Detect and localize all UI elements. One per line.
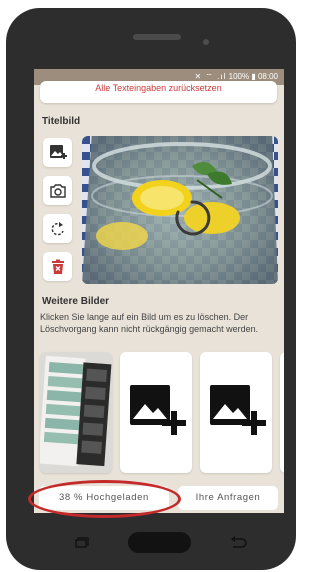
earpiece-speaker	[133, 34, 181, 40]
signal-icons: ✕ ⌔ .ıl	[194, 72, 227, 81]
battery-level: 100%	[228, 72, 250, 81]
title-image-photo	[82, 136, 278, 284]
rotate-icon	[51, 221, 64, 235]
home-button[interactable]	[128, 532, 191, 553]
add-image-slot-2[interactable]	[200, 352, 272, 473]
delete-icon	[51, 259, 64, 274]
add-image-slot-1[interactable]	[120, 352, 192, 473]
app-screen: ✕ ⌔ .ıl 100% ▮ 08:00 Alle Texteingaben z…	[34, 69, 284, 513]
title-image-heading: Titelbild	[42, 116, 81, 127]
delete-button[interactable]	[43, 252, 72, 281]
reset-text-inputs-button[interactable]: Alle Texteingaben zurücksetzen	[40, 81, 277, 103]
more-images-strip	[40, 352, 284, 475]
reset-button-label: Alle Texteingaben zurücksetzen	[95, 83, 222, 93]
front-camera	[203, 39, 209, 45]
uploaded-image-photo	[40, 352, 112, 473]
recent-apps-icon[interactable]	[75, 537, 89, 548]
title-image-preview[interactable]	[82, 136, 278, 284]
add-image-slot-3[interactable]	[280, 352, 284, 473]
more-images-heading: Weitere Bilder	[42, 296, 110, 307]
tab-your-requests[interactable]: Ihre Anfragen	[178, 486, 278, 510]
more-images-hint: Klicken Sie lange auf ein Bild um es zu …	[40, 312, 259, 334]
your-requests-label: Ihre Anfragen	[195, 492, 261, 503]
camera-icon	[49, 183, 66, 198]
battery-icon: ▮	[251, 72, 256, 81]
clock: 08:00	[257, 72, 278, 81]
add-photo-button[interactable]	[43, 138, 72, 167]
add-image-icon	[130, 385, 186, 435]
add-photo-icon	[49, 144, 67, 159]
uploaded-image-thumb[interactable]	[40, 352, 112, 473]
camera-button[interactable]	[43, 176, 72, 205]
rotate-button[interactable]	[43, 214, 72, 243]
add-image-icon	[210, 385, 266, 435]
highlight-ring	[28, 480, 181, 518]
back-icon[interactable]	[229, 536, 247, 548]
